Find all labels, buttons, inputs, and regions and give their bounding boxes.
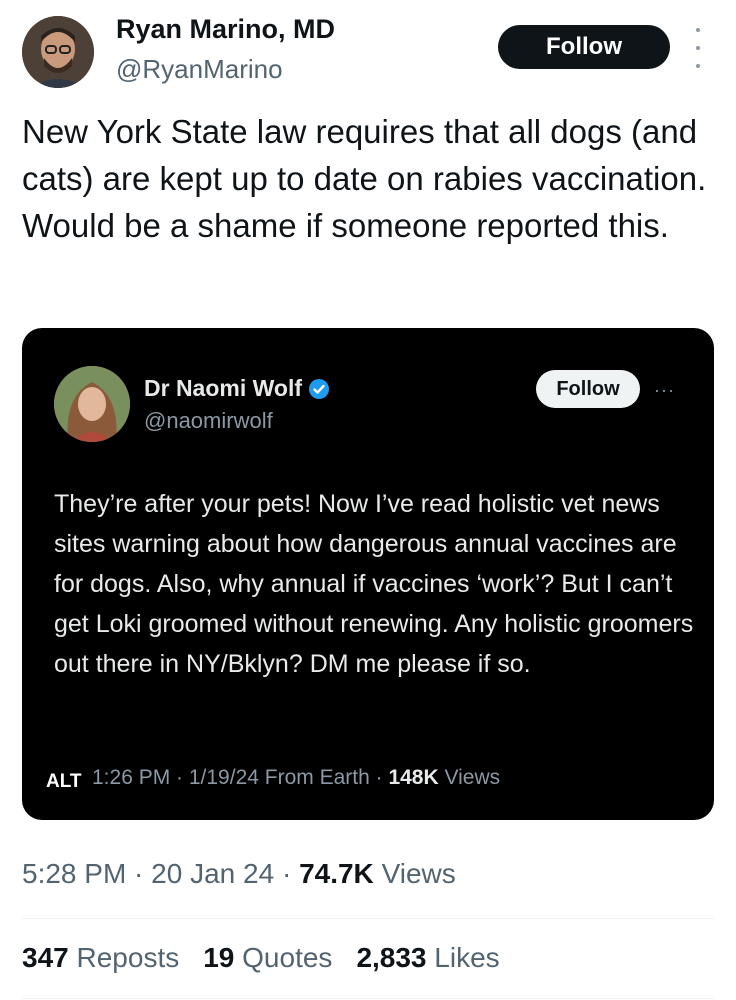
quoted-more-icon: ···	[654, 380, 675, 400]
quoted-meta-prefix: 1:26 PM · 1/19/24 From Earth ·	[92, 766, 389, 789]
engagement-stats: 347 Reposts 19 Quotes 2,833 Likes	[22, 942, 500, 974]
reposts-stat[interactable]: 347 Reposts	[22, 942, 179, 974]
views-label: Views	[381, 858, 456, 889]
more-dot	[696, 28, 700, 32]
follow-button[interactable]: Follow	[498, 25, 670, 69]
alt-text-badge[interactable]: ALT	[42, 770, 86, 794]
likes-stat[interactable]: 2,833 Likes	[356, 942, 499, 974]
reposts-label: Reposts	[76, 942, 180, 973]
reposts-count: 347	[22, 942, 69, 973]
avatar[interactable]	[22, 16, 94, 88]
quoted-avatar	[54, 366, 130, 442]
author-name[interactable]: Ryan Marino, MD	[116, 14, 335, 45]
quoted-views-label: Views	[438, 766, 501, 789]
quoted-follow-button: Follow	[536, 370, 640, 408]
more-vertical-icon[interactable]	[690, 28, 706, 68]
quoted-meta: 1:26 PM · 1/19/24 From Earth · 148K View…	[92, 766, 500, 790]
more-dot	[696, 64, 700, 68]
tweet-meta: 5:28 PM · 20 Jan 24 · 74.7K Views	[22, 858, 456, 889]
likes-label: Likes	[434, 942, 500, 973]
likes-count: 2,833	[356, 942, 427, 973]
avatar-portrait	[22, 16, 94, 88]
quoted-views-count: 148K	[388, 766, 439, 789]
more-dot	[696, 46, 700, 50]
author-handle[interactable]: @RyanMarino	[116, 54, 283, 85]
tweet-text: New York State law requires that all dog…	[22, 113, 707, 244]
views-count: 74.7K	[299, 858, 374, 889]
quoted-author-name: Dr Naomi Wolf	[144, 375, 330, 402]
tweet-time[interactable]: 5:28 PM	[22, 858, 126, 889]
verified-badge-icon	[309, 378, 330, 399]
quoted-text: They’re after your pets! Now I’ve read h…	[54, 490, 694, 678]
quotes-stat[interactable]: 19 Quotes	[203, 942, 332, 974]
embedded-image[interactable]: Dr Naomi Wolf @naomirwolf Follow ··· The…	[22, 328, 714, 820]
quoted-avatar-portrait	[54, 366, 130, 442]
divider	[22, 998, 714, 999]
quoted-author-name-text: Dr Naomi Wolf	[144, 375, 303, 401]
quotes-label: Quotes	[242, 942, 333, 973]
quoted-author-handle: @naomirwolf	[144, 408, 273, 433]
divider	[22, 918, 714, 919]
tweet-date[interactable]: 20 Jan 24	[151, 858, 274, 889]
quotes-count: 19	[203, 942, 235, 973]
